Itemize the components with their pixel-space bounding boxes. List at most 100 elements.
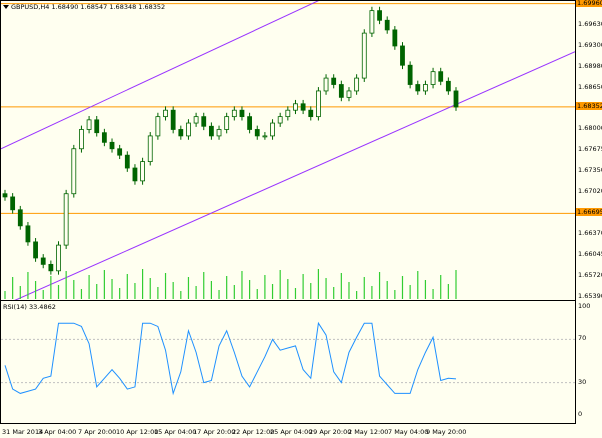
candle-body bbox=[331, 77, 337, 85]
rsi-tick-label: 100 bbox=[578, 302, 591, 310]
candle-body bbox=[79, 129, 84, 150]
candle-body bbox=[346, 90, 352, 98]
price-tick-label: 1.68650 bbox=[578, 82, 602, 91]
candle-body bbox=[17, 209, 23, 227]
candle-body bbox=[262, 135, 268, 138]
price-chart-canvas bbox=[1, 1, 575, 301]
candle-body bbox=[208, 125, 214, 137]
time-tick-label: 3 Apr 04:00 bbox=[38, 428, 77, 436]
candle-body bbox=[354, 77, 360, 92]
candle-body bbox=[445, 80, 451, 92]
candle-body bbox=[438, 71, 444, 82]
candle-body bbox=[86, 119, 92, 130]
candle-body bbox=[193, 116, 199, 124]
time-tick-label: 25 Apr 04:00 bbox=[270, 428, 313, 436]
candle-body bbox=[270, 122, 275, 137]
price-tick-label: 1.65390 bbox=[578, 292, 602, 301]
dropdown-triangle-icon[interactable] bbox=[3, 5, 9, 9]
rsi-canvas bbox=[1, 321, 575, 396]
rsi-tick-label: 0 bbox=[578, 410, 583, 418]
candle-body bbox=[430, 71, 436, 85]
candle-body bbox=[300, 103, 306, 111]
candle-body bbox=[40, 257, 46, 265]
candle-body bbox=[163, 109, 168, 118]
candle-body bbox=[170, 109, 176, 130]
time-tick-label: 29 Apr 20:00 bbox=[309, 428, 352, 436]
time-tick-label: 2 May 12:00 bbox=[348, 428, 389, 436]
candle-body bbox=[453, 90, 459, 108]
time-tick-label: 22 Apr 12:00 bbox=[232, 428, 275, 436]
candle-body bbox=[369, 10, 375, 34]
candle-body bbox=[239, 109, 245, 118]
candle-body bbox=[407, 64, 413, 85]
candle-body bbox=[2, 193, 8, 198]
candle-body bbox=[48, 263, 54, 272]
price-tick-label: 1.65720 bbox=[578, 270, 602, 279]
candle-body bbox=[377, 10, 382, 21]
candle-body bbox=[109, 141, 115, 150]
candle-body bbox=[216, 129, 222, 137]
candle-body bbox=[155, 116, 161, 137]
price-tick-label: 1.68000 bbox=[578, 124, 602, 133]
candle-body bbox=[71, 148, 77, 195]
candle-body bbox=[201, 116, 207, 127]
candle-body bbox=[10, 196, 16, 211]
candle-body bbox=[277, 116, 283, 124]
candle-body bbox=[247, 116, 253, 130]
time-tick-label: 17 Apr 20:00 bbox=[193, 428, 236, 436]
price-tick-label: 1.68352 bbox=[576, 101, 602, 110]
candle-body bbox=[308, 109, 314, 118]
price-tick-label: 1.67675 bbox=[578, 145, 602, 154]
candle-body bbox=[323, 77, 329, 92]
price-tick-label: 1.69960 bbox=[576, 0, 602, 7]
candle-body bbox=[132, 167, 138, 182]
price-tick-label: 1.66370 bbox=[578, 229, 602, 238]
candle-body bbox=[124, 154, 130, 169]
candle-body bbox=[186, 122, 191, 137]
candle-body bbox=[101, 132, 107, 143]
candle-body bbox=[338, 84, 344, 98]
symbol-header: GBPUSD,H4 1.68490 1.68547 1.68348 1.6835… bbox=[3, 3, 165, 11]
candle-body bbox=[25, 225, 31, 243]
candle-body bbox=[94, 119, 100, 134]
time-tick-label: 15 Apr 04:00 bbox=[154, 428, 197, 436]
candle-body bbox=[254, 129, 260, 137]
channel-lower-line bbox=[12, 51, 575, 301]
time-tick-label: 7 Apr 20:00 bbox=[78, 428, 117, 436]
price-tick-label: 1.69630 bbox=[578, 19, 602, 28]
candle-body bbox=[400, 45, 405, 66]
candle-body bbox=[361, 32, 367, 79]
candle-body bbox=[392, 29, 398, 47]
price-tick-label: 1.66695 bbox=[576, 208, 602, 217]
candle-body bbox=[140, 161, 145, 182]
price-tick-label: 1.66045 bbox=[578, 250, 602, 259]
candle-body bbox=[117, 148, 123, 156]
candle-body bbox=[224, 116, 230, 130]
candle-body bbox=[147, 135, 153, 162]
price-tick-label: 1.68980 bbox=[578, 61, 602, 70]
time-tick-label: 9 May 20:00 bbox=[426, 428, 467, 436]
candle-body bbox=[384, 19, 390, 31]
chart-window: GBPUSD,H4 1.68490 1.68547 1.68348 1.6835… bbox=[0, 0, 602, 438]
price-tick-label: 1.69300 bbox=[578, 40, 602, 49]
rsi-pane[interactable] bbox=[0, 300, 576, 424]
candle-body bbox=[423, 84, 428, 92]
candle-body bbox=[33, 241, 38, 259]
rsi-tick-label: 70 bbox=[578, 334, 587, 343]
candle-body bbox=[63, 193, 69, 246]
rsi-tick-label: 30 bbox=[578, 377, 587, 386]
rsi-label: RSI(14) 33.4862 bbox=[3, 303, 56, 311]
candle-body bbox=[285, 109, 291, 118]
price-chart-pane[interactable] bbox=[0, 0, 576, 302]
time-tick-label: 10 Apr 12:00 bbox=[116, 428, 159, 436]
candle-body bbox=[56, 244, 61, 272]
candle-body bbox=[231, 109, 237, 118]
candle-body bbox=[293, 103, 298, 111]
time-tick-label: 7 May 04:00 bbox=[388, 428, 429, 436]
candle-body bbox=[415, 84, 421, 92]
price-tick-label: 1.67350 bbox=[578, 166, 602, 175]
price-tick-label: 1.67020 bbox=[578, 187, 602, 196]
candle-body bbox=[316, 90, 321, 118]
symbol-info: GBPUSD,H4 1.68490 1.68547 1.68348 1.6835… bbox=[11, 3, 166, 11]
candle-body bbox=[178, 129, 184, 137]
